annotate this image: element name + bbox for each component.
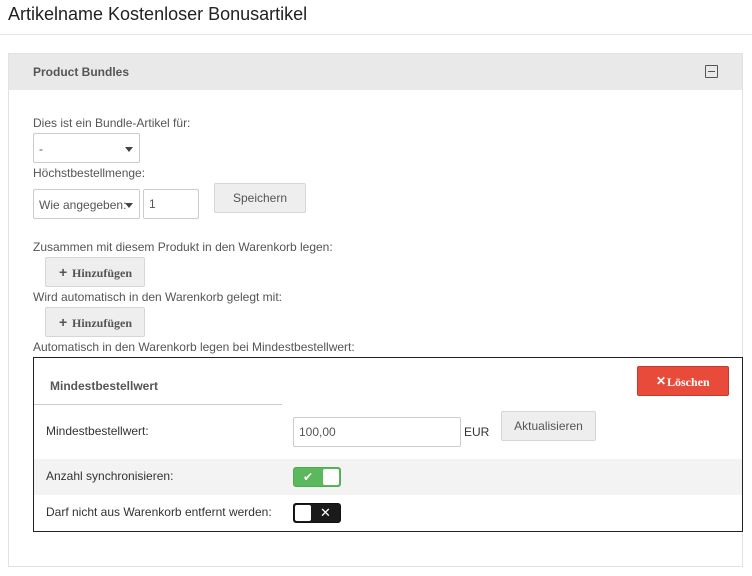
max-qty-mode-select[interactable]: Wie angegeben: [33,189,140,219]
auto-add-label: Wird automatisch in den Warenkorb gelegt… [33,290,282,304]
not-removable-toggle[interactable]: ✕ [293,503,341,523]
toggle-knob [323,469,339,485]
toggle-knob [295,505,311,521]
check-icon: ✔ [303,470,314,484]
sync-quantity-toggle[interactable]: ✔ [293,467,341,487]
delete-button-label: Löschen [667,375,710,389]
min-order-box-title: Mindestbestellwert [50,379,159,393]
caret-down-icon [125,147,133,152]
panel-header[interactable]: Product Bundles [9,54,742,90]
max-qty-input[interactable] [143,189,199,219]
min-order-box: Mindestbestellwert ✕ Löschen Mindestbest… [33,357,743,532]
add-together-label: Zusammen mit diesem Produkt in den Waren… [33,240,333,254]
times-icon: ✕ [656,374,667,388]
plus-icon: + [59,264,68,280]
product-bundles-panel: Product Bundles Dies ist ein Bundle-Arti… [8,53,743,567]
currency-unit: EUR [464,425,490,439]
max-qty-label: Höchstbestellmenge: [33,166,146,180]
delete-button[interactable]: ✕ Löschen [637,366,729,396]
minus-square-icon[interactable] [705,65,718,78]
plus-icon: + [59,314,68,330]
auto-add-button-label: Hinzufügen [72,316,133,330]
bundle-for-label: Dies ist ein Bundle-Artikel für: [33,116,191,130]
bundle-for-select-value: - [39,142,43,156]
caret-down-icon [125,203,133,208]
update-button[interactable]: Aktualisieren [501,411,596,441]
min-order-auto-label: Automatisch in den Warenkorb legen bei M… [33,340,355,354]
not-removable-row: Darf nicht aus Warenkorb entfernt werden… [34,495,742,531]
min-order-value-label: Mindestbestellwert: [46,424,149,438]
title-divider [0,34,752,35]
sync-quantity-row: Anzahl synchronisieren: ✔ [34,459,742,495]
panel-title: Product Bundles [33,65,130,79]
page-title: Artikelname Kostenloser Bonusartikel [8,4,308,24]
auto-add-button[interactable]: + Hinzufügen [45,307,145,337]
add-together-button-label: Hinzufügen [72,266,133,280]
add-together-button[interactable]: + Hinzufügen [45,257,145,287]
bundle-for-select[interactable]: - [33,133,140,163]
save-button[interactable]: Speichern [214,183,306,213]
not-removable-label: Darf nicht aus Warenkorb entfernt werden… [46,505,272,519]
sync-quantity-label: Anzahl synchronisieren: [46,469,174,483]
max-qty-mode-value: Wie angegeben: [39,198,127,212]
min-order-value-row: Mindestbestellwert: EUR Aktualisieren [34,405,742,459]
min-order-value-input[interactable] [293,417,461,447]
times-icon: ✕ [320,505,331,520]
